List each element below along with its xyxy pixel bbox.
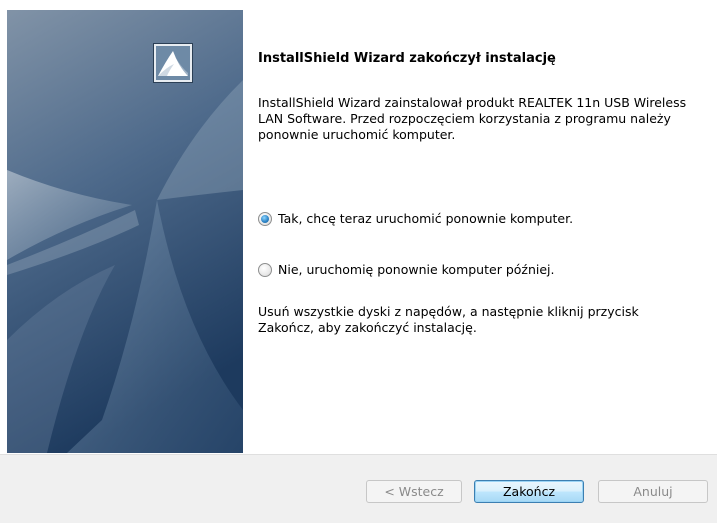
wizard-banner (7, 10, 243, 453)
restart-now-option[interactable]: Tak, chcę teraz uruchomić ponownie kompu… (258, 211, 573, 226)
button-bar: < Wstecz Zakończ Anuluj (0, 454, 717, 523)
remove-disks-note: Usuń wszystkie dyski z napędów, a następ… (258, 304, 639, 335)
banner-artwork (7, 10, 243, 453)
completion-description: InstallShield Wizard zainstalował produk… (258, 95, 687, 142)
finish-button[interactable]: Zakończ (474, 480, 584, 503)
restart-later-label: Nie, uruchomię ponownie komputer później… (278, 262, 555, 277)
back-button[interactable]: < Wstecz (366, 480, 462, 503)
page-title: InstallShield Wizard zakończył instalacj… (258, 51, 556, 66)
cancel-button[interactable]: Anuluj (598, 480, 708, 503)
installer-window: InstallShield Wizard zakończył instalacj… (0, 0, 717, 523)
restart-later-option[interactable]: Nie, uruchomię ponownie komputer później… (258, 262, 555, 277)
installshield-logo-icon (153, 43, 193, 83)
restart-now-radio[interactable] (258, 211, 272, 226)
restart-now-label: Tak, chcę teraz uruchomić ponownie kompu… (278, 211, 574, 226)
restart-later-radio[interactable] (258, 262, 272, 277)
